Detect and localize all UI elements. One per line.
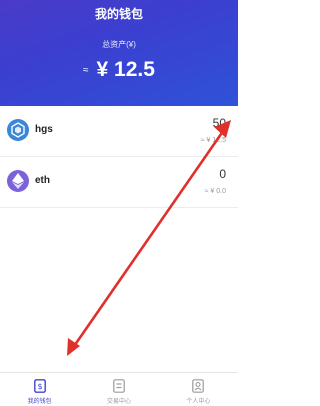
wallet-icon: $	[33, 379, 46, 393]
ethereum-icon	[7, 170, 29, 192]
asset-quantity: 0	[219, 167, 226, 181]
svg-text:$: $	[37, 382, 42, 391]
asset-value: ≈ ¥ 12.5	[200, 137, 226, 144]
asset-name: hgs	[35, 124, 53, 135]
wallet-header: 我的钱包 总资产(¥) ≈ ¥ 12.5	[0, 0, 238, 106]
tab-label: 个人中心	[186, 399, 211, 405]
tab-label: 交易中心	[106, 399, 131, 405]
page-title: 我的钱包	[94, 7, 143, 21]
tab-personal-center[interactable]: 个人中心	[159, 373, 238, 406]
approx-symbol: ≈	[83, 64, 89, 76]
total-assets-label: 总资产(¥)	[102, 40, 136, 49]
tab-label: 我的钱包	[27, 399, 52, 405]
asset-row-hgs[interactable]: hgs 50 ≈ ¥ 12.5	[0, 106, 238, 157]
hgs-token-icon	[7, 119, 29, 141]
document-icon	[113, 379, 125, 393]
tab-my-wallet[interactable]: $ 我的钱包	[0, 373, 79, 406]
asset-row-eth[interactable]: eth 0 ≈ ¥ 0.0	[0, 157, 238, 208]
asset-value: ≈ ¥ 0.0	[204, 188, 226, 195]
user-icon	[192, 379, 205, 393]
asset-quantity: 50	[212, 116, 226, 130]
total-assets-amount: ¥ 12.5	[96, 58, 155, 81]
total-assets-row: ≈ ¥ 12.5	[0, 58, 238, 82]
bottom-tab-bar: $ 我的钱包 交易中心 个人中心	[0, 372, 238, 406]
tab-trading-center[interactable]: 交易中心	[79, 373, 158, 406]
asset-list: hgs 50 ≈ ¥ 12.5 eth 0 ≈ ¥ 0.0	[0, 106, 238, 208]
asset-name: eth	[35, 175, 50, 186]
